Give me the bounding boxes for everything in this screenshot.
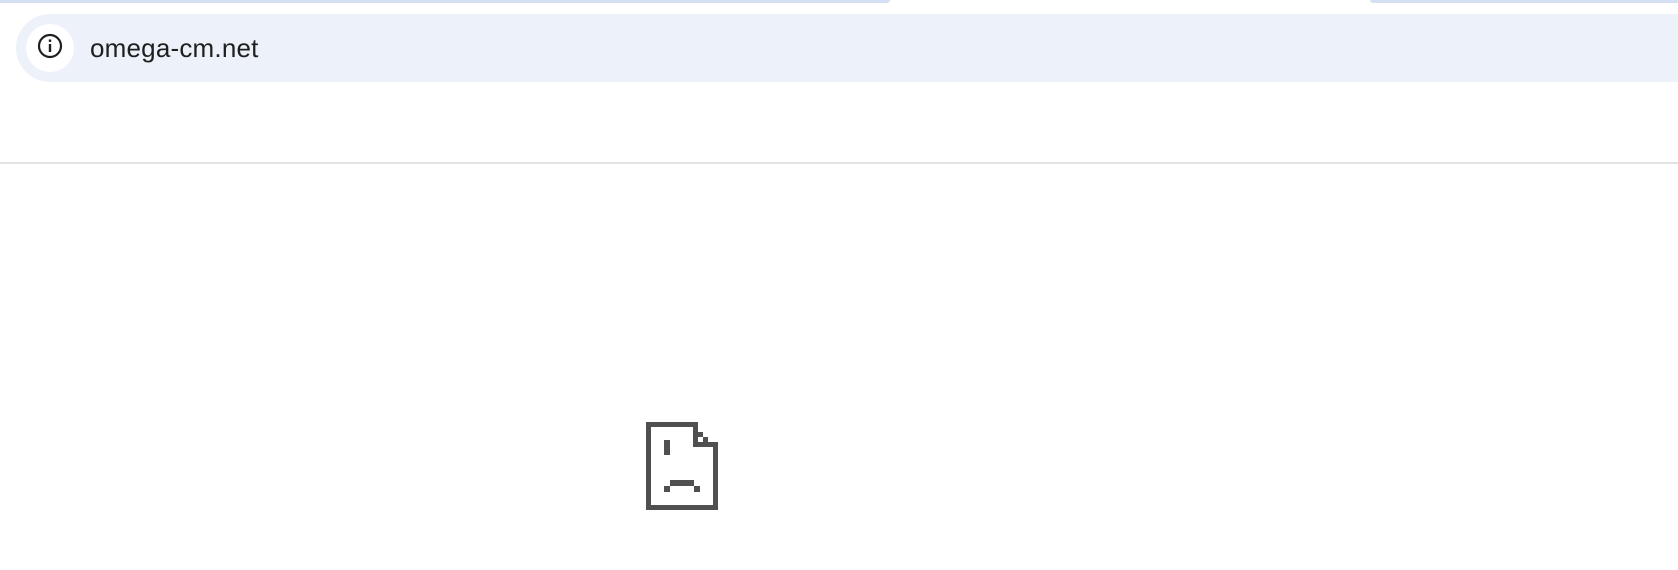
sad-page-icon <box>646 422 718 510</box>
tab-strip-edge <box>0 0 1678 14</box>
page-content <box>0 164 1678 570</box>
site-info-button[interactable] <box>26 24 74 72</box>
address-bar[interactable]: omega-cm.net <box>16 14 1678 82</box>
info-icon <box>36 32 64 65</box>
inactive-tab-left[interactable] <box>0 0 890 3</box>
url-text[interactable]: omega-cm.net <box>90 33 259 64</box>
inactive-tab-right[interactable] <box>1370 0 1678 3</box>
